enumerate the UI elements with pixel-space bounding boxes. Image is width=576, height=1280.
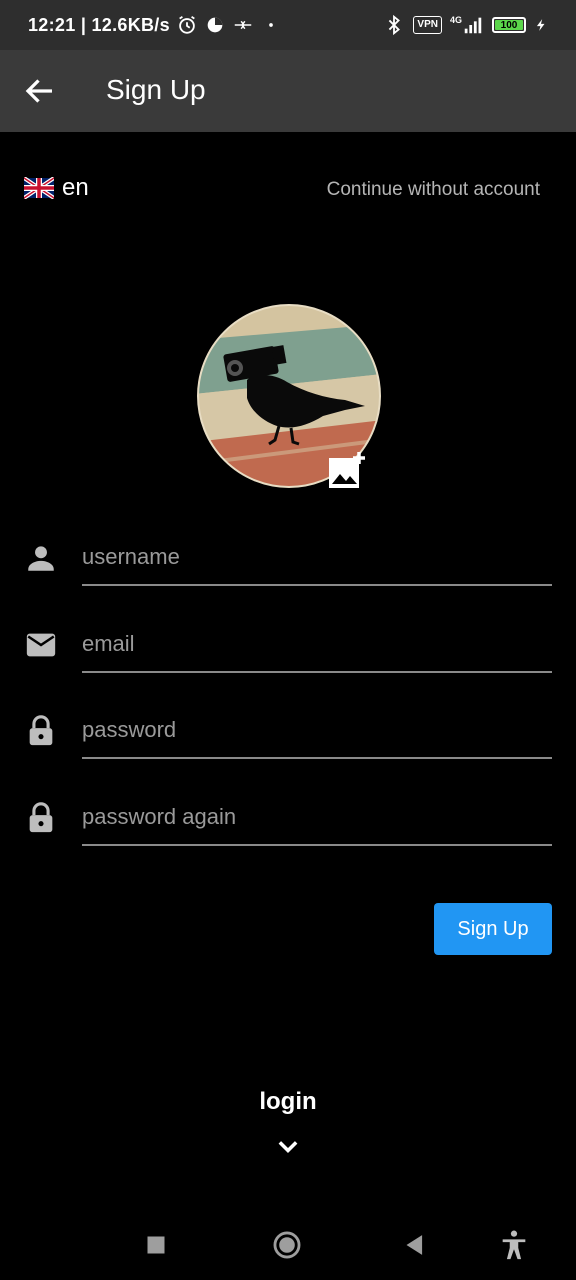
back-nav-icon[interactable] [398,1228,432,1262]
network-type: 4G [449,15,462,25]
username-underline [82,584,552,586]
lock-icon [29,715,53,746]
bluetooth-icon [389,14,401,36]
recent-apps-icon[interactable] [139,1228,173,1262]
language-selector[interactable]: en [24,174,89,202]
password-field-row [0,708,576,800]
data-transfer-icon [234,20,252,30]
username-field-row [0,535,576,627]
status-time: 12:21 | 12.6KB/s [28,14,170,35]
status-right: VPN 4G 100 [383,14,548,36]
email-input[interactable] [82,622,552,666]
app-bar: Sign Up [0,50,576,132]
username-input[interactable] [82,535,552,579]
page-title: Sign Up [106,74,206,105]
battery-icon: 100 [492,17,526,33]
alarm-icon [179,15,195,34]
uk-flag-icon [24,177,54,199]
signal-icon [464,17,482,34]
password-again-input[interactable] [82,795,552,839]
login-toggle[interactable]: login [0,1088,576,1116]
status-left: 12:21 | 12.6KB/s [28,14,282,36]
add-photo-icon[interactable] [327,450,367,490]
password-again-field-row [0,795,576,887]
email-underline [82,671,552,673]
password-again-underline [82,844,552,846]
status-bar: 12:21 | 12.6KB/s VPN 4G 100 [0,0,576,50]
continue-without-account-link[interactable]: Continue without account [327,179,540,201]
battery-level: 100 [500,19,518,31]
chevron-down-icon[interactable] [274,1133,302,1161]
charging-icon [536,19,545,31]
avatar-picker[interactable] [195,302,383,490]
mail-icon [26,633,56,657]
password-input[interactable] [82,708,552,752]
arrow-back-icon[interactable] [22,73,58,109]
sign-up-button[interactable]: Sign Up [434,903,552,955]
email-field-row [0,622,576,714]
vpn-badge: VPN [413,16,442,34]
system-nav-bar [0,1210,576,1280]
data-saver-icon [207,17,223,33]
language-code: en [62,174,89,201]
accessibility-icon[interactable] [497,1228,531,1262]
home-icon[interactable] [270,1228,304,1262]
person-icon [28,546,54,571]
signup-screen: 12:21 | 12.6KB/s VPN 4G 100 Sign Up en C… [0,0,576,1280]
password-underline [82,757,552,759]
notification-dot-icon [269,23,273,27]
lock-icon [29,802,53,833]
